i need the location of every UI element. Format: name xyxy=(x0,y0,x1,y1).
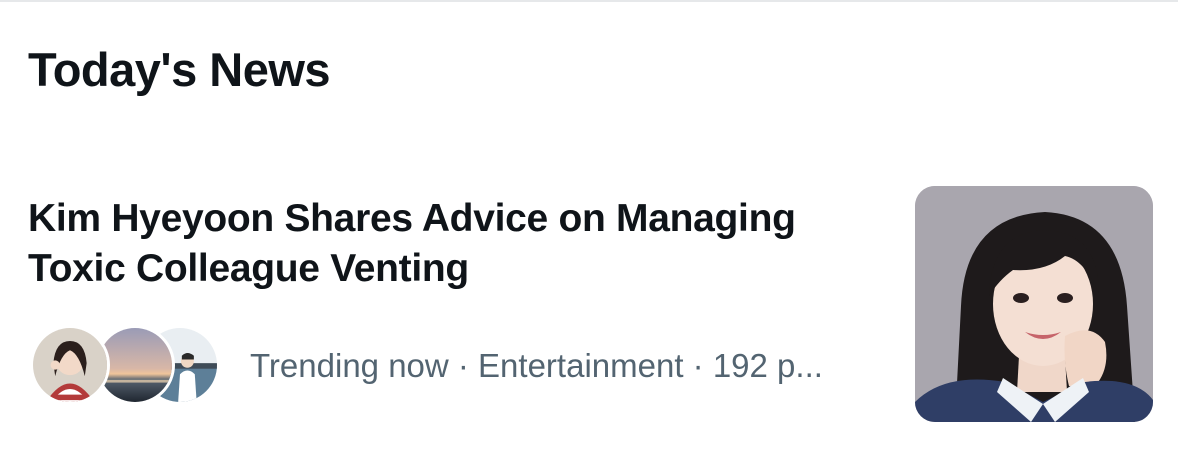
avatar-stack xyxy=(30,325,230,409)
top-divider xyxy=(0,0,1178,2)
news-meta: Trending now · Entertainment · 192 p... xyxy=(250,347,823,384)
news-card[interactable]: Kim Hyeyoon Shares Advice on Managing To… xyxy=(0,180,1178,440)
section-title: Today's News xyxy=(28,43,331,96)
news-thumbnail[interactable] xyxy=(915,186,1153,422)
avatar-portrait-icon xyxy=(30,325,110,405)
news-headline[interactable]: Kim Hyeyoon Shares Advice on Managing To… xyxy=(28,194,888,294)
